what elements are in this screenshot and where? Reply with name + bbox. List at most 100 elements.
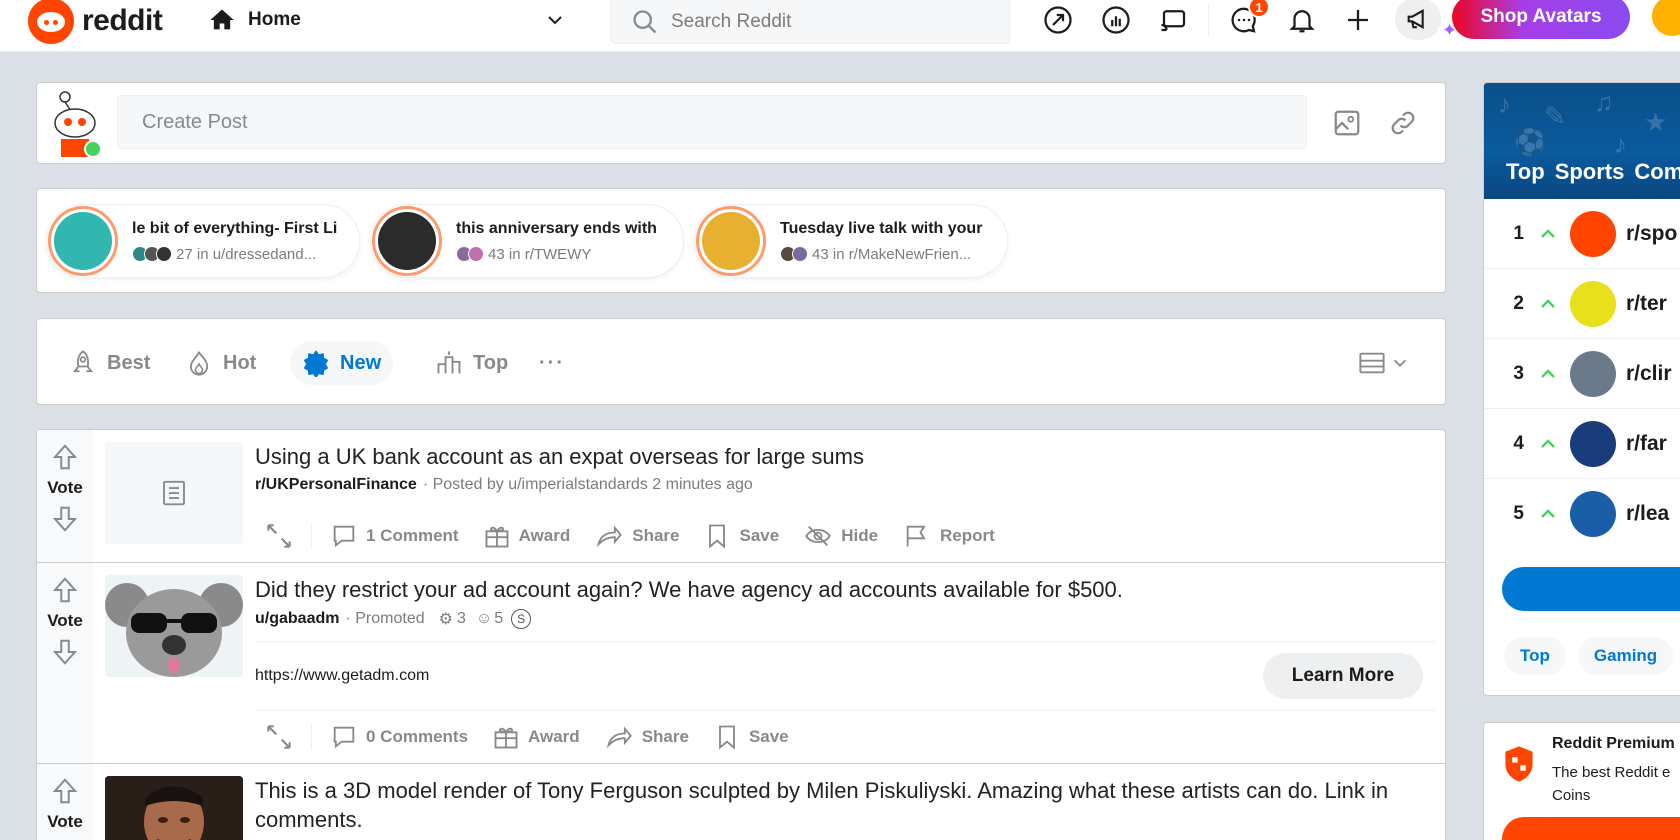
comments-button[interactable]: 0 Comments [330,723,468,751]
eye-slash-icon [805,526,831,546]
upvote-icon[interactable] [50,575,80,605]
post-card[interactable]: Vote This is a 3D model render of Tony F… [36,763,1446,840]
trending-communities-card: ♪ ✎ ♫ ★ ⚽ ♪ Top Sports Com 1 r/spo 2 r/t… [1483,82,1680,696]
sort-hot-label: Hot [223,351,257,374]
cast-icon[interactable] [1156,2,1192,38]
shop-avatars-button[interactable]: Shop Avatars [1452,0,1630,39]
live-avatar [48,206,118,276]
link-icon[interactable] [1387,107,1419,139]
sort-new[interactable]: New [290,341,394,385]
comment-icon [333,726,355,749]
share-button[interactable]: Share [594,522,679,550]
popular-icon[interactable] [1040,2,1076,38]
flame-icon [189,350,209,376]
trending-row[interactable]: 2 r/ter [1484,269,1680,339]
expand-icon[interactable] [263,721,295,753]
reddit-logo[interactable]: reddit [28,0,163,44]
gift-icon [485,526,509,548]
sort-top[interactable]: Top [423,341,520,385]
promoted-post-card[interactable]: Vote Did they restrict your ad account a… [36,562,1446,764]
text-post-thumbnail[interactable] [105,442,243,544]
save-button[interactable]: Save [713,723,789,751]
user-avatar-snoo[interactable] [47,91,103,159]
chevron-down-icon [548,16,562,25]
vote-count: Vote [47,478,83,497]
sort-more-button[interactable]: ··· [527,341,577,385]
create-plus-icon[interactable] [1340,2,1376,38]
author-link[interactable]: u/gabaadm [255,610,339,628]
post-actions: 0 Comments Award Share Save [255,721,813,753]
hide-button[interactable]: Hide [803,522,878,550]
vote-count: Vote [47,611,83,630]
stats-icon[interactable] [1098,2,1134,38]
upvote-icon[interactable] [50,776,80,806]
award-count: 5 [494,610,504,627]
user-avatar[interactable] [1652,0,1680,36]
shield-icon [1505,746,1533,782]
search-input[interactable]: Search Reddit [610,0,1010,44]
award-button[interactable]: Award [492,723,580,751]
create-post-input[interactable]: Create Post [117,95,1307,149]
share-label: Share [632,526,680,545]
upvote-icon[interactable] [50,442,80,472]
chip-gaming[interactable]: Gaming [1577,637,1674,675]
ad-link-row: https://www.getadm.com Learn More [255,641,1435,711]
trend-tab-top[interactable]: Top [1506,159,1545,185]
downvote-icon[interactable] [50,504,80,534]
trending-row[interactable]: 4 r/far [1484,409,1680,479]
vote-column: Vote [37,430,93,562]
community-name: r/spo [1626,221,1678,245]
post-card[interactable]: Vote Using a UK bank account as an expat… [36,429,1446,563]
award-icon-1: ⚙ [438,611,453,628]
learn-more-button[interactable]: Learn More [1263,653,1423,699]
chevron-up-icon [1541,509,1555,518]
view-mode-dropdown[interactable] [1357,349,1409,377]
home-icon [210,9,234,30]
trending-row[interactable]: 5 r/lea [1484,479,1680,549]
flag-icon [906,525,926,547]
view-all-button[interactable]: V [1502,567,1680,611]
comments-button[interactable]: 1 Comment [330,522,459,550]
chip-top[interactable]: Top [1504,637,1566,675]
post-title[interactable]: This is a 3D model render of Tony Fergus… [255,776,1435,834]
live-chat-item[interactable]: this anniversary ends with 43 in r/TWEWY [371,205,683,277]
trending-row[interactable]: 1 r/spo [1484,199,1680,269]
try-premium-button[interactable] [1502,817,1680,840]
expand-icon[interactable] [263,520,295,552]
reddit-snoo-icon [28,0,74,44]
advertise-megaphone-icon[interactable] [1395,0,1441,40]
sort-best[interactable]: Best [57,341,162,385]
live-chat-item[interactable]: Tuesday live talk with your 43 in r/Make… [695,205,1007,277]
post-title[interactable]: Did they restrict your ad account again?… [255,575,1435,604]
koala-sunglasses-thumbnail[interactable] [105,575,243,677]
post-title[interactable]: Using a UK bank account as an expat over… [255,442,1435,471]
notification-bell-icon[interactable] [1284,2,1320,38]
image-upload-icon[interactable] [1331,107,1363,139]
trending-row[interactable]: 3 r/clir [1484,339,1680,409]
new-burst-icon [303,350,329,377]
save-button[interactable]: Save [703,522,779,550]
award-button[interactable]: Award [483,522,570,550]
save-label: Save [748,727,789,746]
ad-url[interactable]: https://www.getadm.com [255,667,429,685]
home-feed-switcher[interactable]: Home [208,0,573,40]
live-avatar [696,206,766,276]
save-label: Save [739,526,780,545]
community-name: r/lea [1626,502,1670,525]
report-button[interactable]: Report [902,522,995,550]
trend-rank: 4 [1513,432,1524,454]
community-avatar [1570,491,1616,537]
fighter-render-thumbnail[interactable] [105,776,243,840]
share-button[interactable]: Share [604,723,689,751]
live-chat-title: this anniversary ends with [456,219,657,237]
sort-hot[interactable]: Hot [173,341,268,385]
trend-tab-com[interactable]: Com [1634,159,1680,185]
downvote-icon[interactable] [50,637,80,667]
promoted-label: · Promoted [345,610,425,627]
chevron-up-icon [1541,228,1555,238]
live-chat-title: Tuesday live talk with your [780,219,983,237]
participant-avatars [780,246,808,262]
subreddit-link[interactable]: r/UKPersonalFinance [255,476,417,494]
trend-tab-sports[interactable]: Sports [1555,159,1625,185]
live-chat-item[interactable]: le bit of everything- First Li 27 in u/d… [47,205,359,277]
